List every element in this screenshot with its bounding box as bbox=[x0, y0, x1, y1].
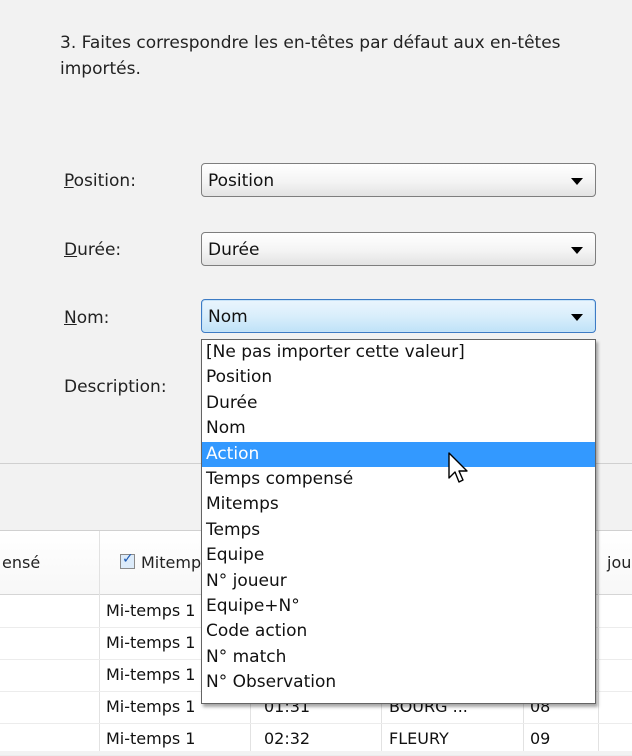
duree-label: Durée: bbox=[64, 240, 121, 260]
table-row[interactable]: Mi-temps 1 02:32 FLEURY 09 bbox=[0, 723, 632, 756]
chevron-down-icon bbox=[571, 178, 583, 185]
dropdown-option[interactable]: Temps compensé bbox=[202, 467, 595, 492]
checkbox-checked-icon[interactable]: ✓ bbox=[120, 551, 135, 569]
chevron-down-icon bbox=[571, 247, 583, 254]
step-instruction: 3. Faites correspondre les en-têtes par … bbox=[60, 30, 632, 82]
cell-mitemps: Mi-temps 1 bbox=[106, 601, 196, 620]
cell-joueur: 09 bbox=[530, 729, 551, 748]
dropdown-option[interactable]: Equipe bbox=[202, 543, 595, 568]
cell-duree: 02:32 bbox=[264, 729, 311, 748]
description-label: Description: bbox=[64, 377, 167, 397]
instruction-line-1: 3. Faites correspondre les en-têtes par … bbox=[60, 33, 561, 53]
dropdown-option[interactable]: Temps bbox=[202, 518, 595, 543]
position-label: Position: bbox=[64, 171, 136, 191]
cell-mitemps: Mi-temps 1 bbox=[106, 665, 196, 684]
dropdown-option[interactable]: Code action bbox=[202, 619, 595, 644]
nom-combo[interactable]: Nom bbox=[201, 299, 596, 333]
column-header-temps-compense[interactable]: ensé bbox=[2, 553, 40, 572]
cell-mitemps: Mi-temps 1 bbox=[106, 633, 196, 652]
dropdown-option[interactable]: N° Observation bbox=[202, 670, 595, 695]
dropdown-option[interactable]: N° match bbox=[202, 645, 595, 670]
dropdown-option[interactable]: N° joueur bbox=[202, 569, 595, 594]
column-header-mitemps[interactable]: Mitemps bbox=[141, 553, 209, 572]
nom-combo-value: Nom bbox=[208, 307, 248, 327]
chevron-down-icon bbox=[571, 314, 583, 321]
dropdown-option-highlighted[interactable]: Action bbox=[202, 441, 595, 467]
accel-nom: N bbox=[64, 308, 77, 328]
column-header-joueur[interactable]: jou bbox=[607, 553, 631, 572]
cell-mitemps: Mi-temps 1 bbox=[106, 729, 196, 748]
dropdown-option[interactable]: Position bbox=[202, 365, 595, 390]
nom-label: Nom: bbox=[64, 308, 109, 328]
accel-duree: D bbox=[64, 240, 78, 260]
position-combo[interactable]: Position bbox=[201, 163, 596, 197]
cell-equipe: FLEURY bbox=[389, 729, 449, 748]
instruction-line-2: importés. bbox=[60, 59, 141, 79]
dropdown-option[interactable]: Nom bbox=[202, 416, 595, 441]
dropdown-option[interactable]: [Ne pas importer cette valeur] bbox=[202, 340, 595, 365]
position-label-text: osition: bbox=[73, 171, 136, 191]
accel-position: P bbox=[64, 171, 74, 191]
duree-combo-value: Durée bbox=[208, 240, 260, 260]
nom-label-text: om: bbox=[76, 308, 110, 328]
dropdown-option[interactable]: Equipe+N° bbox=[202, 594, 595, 619]
position-combo-value: Position bbox=[208, 171, 275, 191]
mouse-pointer-icon bbox=[448, 452, 468, 483]
duree-combo[interactable]: Durée bbox=[201, 232, 596, 266]
nom-dropdown-list[interactable]: [Ne pas importer cette valeur] Position … bbox=[201, 339, 596, 704]
dropdown-option[interactable]: Durée bbox=[202, 391, 595, 416]
duree-label-text: urée: bbox=[77, 240, 122, 260]
cell-mitemps: Mi-temps 1 bbox=[106, 697, 196, 716]
dropdown-option[interactable]: Mitemps bbox=[202, 492, 595, 517]
check-mark: ✓ bbox=[122, 551, 134, 567]
